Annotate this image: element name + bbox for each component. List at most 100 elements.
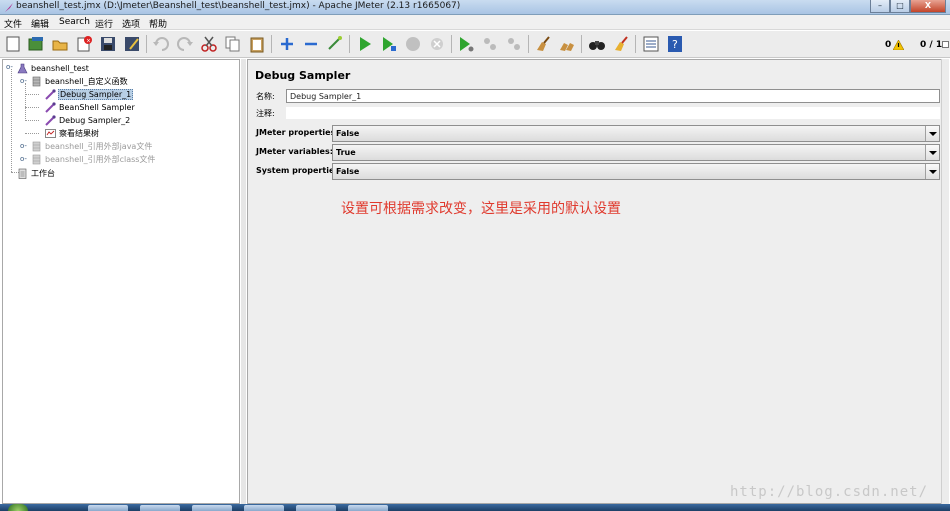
clear-button[interactable] (533, 34, 553, 54)
sampler-pipette-icon (45, 114, 56, 126)
tree-toggle-group2[interactable]: o- (20, 143, 27, 150)
system-properties-select[interactable]: False (332, 163, 940, 180)
start-orb-icon[interactable] (8, 504, 28, 511)
start-button[interactable] (355, 34, 375, 54)
svg-text:×: × (86, 38, 91, 45)
toolbar-separator (528, 35, 529, 53)
tree-node-thread-group-custom[interactable]: beanshell_自定义函数 (31, 75, 129, 87)
test-plan-tree[interactable]: o- beanshell_test o- beanshell_自定义函数 Deb… (2, 59, 240, 504)
stop-button[interactable] (403, 34, 423, 54)
dropdown-arrow-icon[interactable] (925, 145, 939, 160)
collapse-all-button[interactable] (301, 34, 321, 54)
comment-label: 注释: (256, 109, 275, 118)
shutdown-button[interactable] (427, 34, 447, 54)
title-bar: beanshell_test.jmx (D:\Jmeter\Beanshell_… (0, 0, 950, 15)
vertical-scrollbar[interactable] (941, 59, 949, 504)
toolbar: × ? 0 0 / 1 (0, 31, 950, 58)
menu-options[interactable]: 选项 (122, 17, 140, 30)
test-plan-flask-icon (17, 63, 28, 73)
tree-node-thread-group-java[interactable]: beanshell_引用外部java文件 (31, 140, 153, 152)
tree-toggle-group3[interactable]: o- (20, 156, 27, 163)
dropdown-arrow-icon[interactable] (925, 126, 939, 141)
play-no-timers-icon (383, 37, 396, 51)
tree-label: 察看结果树 (59, 128, 99, 138)
thread-group-spool-icon (32, 154, 41, 164)
tree-node-debug-sampler-1[interactable]: Debug Sampler_1 (45, 88, 134, 100)
toggle-wand-icon (328, 36, 342, 50)
tree-guide-line (25, 83, 26, 121)
close-button[interactable]: X (910, 0, 946, 13)
menu-help[interactable]: 帮助 (149, 17, 167, 30)
jmeter-properties-select[interactable]: False (332, 125, 940, 142)
paste-button[interactable] (247, 34, 267, 54)
taskbar-app-button[interactable] (296, 505, 336, 511)
jmeter-variables-value: True (336, 148, 356, 157)
tree-toggle-group1[interactable]: o- (20, 78, 27, 85)
taskbar-app-button[interactable] (244, 505, 284, 511)
pane-splitter[interactable] (241, 59, 246, 504)
expand-all-button[interactable] (277, 34, 297, 54)
stop-icon (406, 37, 420, 51)
toolbar-separator (271, 35, 272, 53)
menu-run[interactable]: 运行 (95, 17, 113, 30)
save-button[interactable] (98, 34, 118, 54)
copy-button[interactable] (223, 34, 243, 54)
thread-group-spool-icon (32, 141, 41, 151)
tree-label: beanshell_自定义函数 (45, 76, 128, 86)
clear-all-button[interactable] (557, 34, 577, 54)
start-no-pauses-button[interactable] (379, 34, 399, 54)
tree-node-view-results-tree[interactable]: 察看结果树 (45, 127, 100, 139)
toolbar-separator (635, 35, 636, 53)
redo-icon (177, 37, 193, 51)
search-button[interactable] (587, 34, 607, 54)
redo-button[interactable] (175, 34, 195, 54)
tree-guide-line (25, 120, 39, 121)
tree-label: beanshell_test (31, 63, 89, 73)
tree-guide-line (25, 133, 39, 134)
remote-start-icon (460, 37, 474, 52)
tree-node-test-plan[interactable]: beanshell_test (17, 62, 90, 74)
sampler-pipette-icon (45, 101, 56, 113)
copy-icon (225, 36, 240, 52)
taskbar-app-button[interactable] (348, 505, 388, 511)
toggle-button[interactable] (325, 34, 345, 54)
minimize-button[interactable]: – (870, 0, 890, 13)
undo-button[interactable] (151, 34, 171, 54)
maximize-button[interactable]: □ (890, 0, 910, 13)
help-button[interactable]: ? (665, 34, 685, 54)
menu-file[interactable]: 文件 (4, 17, 22, 30)
menu-edit[interactable]: 编辑 (31, 17, 49, 30)
save-as-button[interactable] (122, 34, 142, 54)
taskbar-app-button[interactable] (192, 505, 232, 511)
list-icon (643, 36, 659, 52)
tree-label: beanshell_引用外部class文件 (45, 154, 156, 164)
open-button[interactable] (50, 34, 70, 54)
tree-toggle-root[interactable]: o- (6, 64, 13, 71)
close-file-icon: × (77, 36, 92, 52)
taskbar-app-button[interactable] (88, 505, 128, 511)
jmeter-variables-select[interactable]: True (332, 144, 940, 161)
tree-node-workbench[interactable]: 工作台 (17, 167, 56, 179)
jmeter-properties-label: JMeter properties: (256, 128, 339, 137)
templates-button[interactable] (26, 34, 46, 54)
cut-button[interactable] (199, 34, 219, 54)
remote-start-button[interactable] (456, 34, 476, 54)
reset-search-button[interactable] (611, 34, 631, 54)
remote-shutdown-button[interactable] (504, 34, 524, 54)
tree-node-beanshell-sampler[interactable]: BeanShell Sampler (45, 101, 136, 113)
menu-bar: 文件 编辑 Search 运行 选项 帮助 (0, 15, 950, 30)
new-button[interactable] (3, 34, 23, 54)
comment-input[interactable] (286, 107, 940, 119)
tree-node-debug-sampler-2[interactable]: Debug Sampler_2 (45, 114, 131, 126)
menu-search[interactable]: Search (59, 17, 90, 27)
taskbar-app-button[interactable] (140, 505, 180, 511)
dropdown-arrow-icon[interactable] (925, 164, 939, 179)
tree-label: 工作台 (31, 168, 55, 178)
name-input[interactable] (286, 89, 940, 103)
tree-node-thread-group-class[interactable]: beanshell_引用外部class文件 (31, 153, 156, 165)
function-helper-button[interactable] (641, 34, 661, 54)
thread-count: 0 / 1 (920, 40, 943, 50)
close-file-button[interactable]: × (74, 34, 94, 54)
remote-stop-button[interactable] (480, 34, 500, 54)
warning-icon[interactable] (893, 40, 904, 50)
